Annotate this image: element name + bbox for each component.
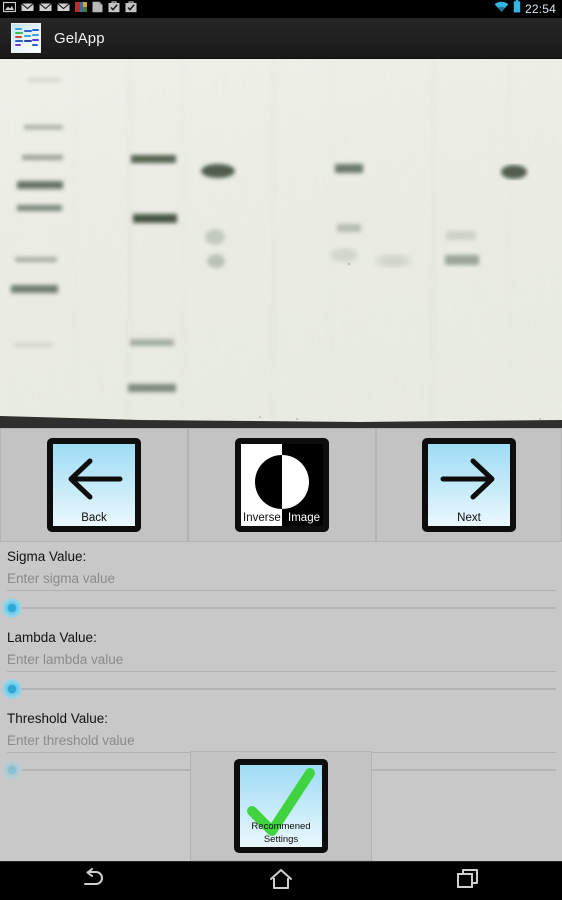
status-bar-notification-icons <box>2 0 494 18</box>
nav-recents-button[interactable] <box>433 862 503 900</box>
action-bar: GelApp <box>0 18 562 59</box>
inverse-button-label-left: Inverse <box>243 512 281 524</box>
lambda-label: Lambda Value: <box>7 630 97 645</box>
gel-electrophoresis-image <box>0 59 562 428</box>
inverse-image-button[interactable]: Inverse Image <box>235 438 329 532</box>
sigma-slider[interactable] <box>0 593 562 623</box>
arrow-left-icon <box>53 448 135 510</box>
status-bar-clock: 22:54 <box>524 2 556 16</box>
next-button-label: Next <box>457 512 481 524</box>
back-button[interactable]: Back <box>47 438 141 532</box>
document-icon <box>92 0 103 18</box>
lambda-slider-thumb[interactable] <box>2 679 22 699</box>
nav-back-icon <box>81 867 107 895</box>
back-button-cell[interactable]: Back <box>0 428 188 542</box>
gelapp-logo-icon <box>11 23 41 53</box>
wifi-icon <box>494 0 509 18</box>
sigma-slider-thumb[interactable] <box>2 598 22 618</box>
system-navigation-bar <box>0 861 562 900</box>
email-icon <box>39 0 52 18</box>
arrow-right-icon <box>428 448 510 510</box>
inverse-image-button-cell[interactable]: Inverse Image <box>188 428 376 542</box>
nav-home-icon <box>268 867 294 896</box>
status-bar-system-icons: 22:54 <box>494 0 556 18</box>
page-title: GelApp <box>54 29 105 47</box>
sigma-slider-track <box>6 607 556 609</box>
sigma-label: Sigma Value: <box>7 549 87 564</box>
lambda-input[interactable]: Enter lambda value <box>7 648 556 672</box>
nav-back-button[interactable] <box>59 862 129 900</box>
next-button[interactable]: Next <box>422 438 516 532</box>
screenshot-icon <box>2 0 17 18</box>
threshold-label: Threshold Value: <box>7 711 109 726</box>
next-button-cell[interactable]: Next <box>376 428 562 542</box>
lambda-slider[interactable] <box>0 674 562 704</box>
nav-home-button[interactable] <box>246 862 316 900</box>
email-icon <box>57 0 70 18</box>
recommended-settings-label: Recommened Settings <box>251 821 311 845</box>
task-complete-icon <box>108 0 120 18</box>
battery-icon <box>513 0 521 18</box>
status-bar: 22:54 <box>0 0 562 18</box>
inverse-button-label-right: Image <box>288 512 320 524</box>
back-button-label: Back <box>81 512 107 524</box>
android-screen: 22:54 GelApp Back Inverse Image Next Sig… <box>0 0 562 900</box>
gel-image-preview[interactable] <box>0 59 562 428</box>
nav-recents-icon <box>455 867 481 896</box>
task-complete-icon <box>125 0 137 18</box>
navigation-button-row: Back Inverse Image Next <box>0 428 562 542</box>
sigma-input[interactable]: Enter sigma value <box>7 567 556 591</box>
photo-icon <box>75 0 87 18</box>
lambda-slider-track <box>6 688 556 690</box>
recommended-settings-button[interactable]: Recommened Settings <box>234 759 328 853</box>
threshold-input[interactable]: Enter threshold value <box>7 729 556 753</box>
email-icon <box>21 0 34 18</box>
threshold-slider-thumb[interactable] <box>2 760 22 780</box>
recommended-settings-cell[interactable]: Recommened Settings <box>190 751 372 861</box>
